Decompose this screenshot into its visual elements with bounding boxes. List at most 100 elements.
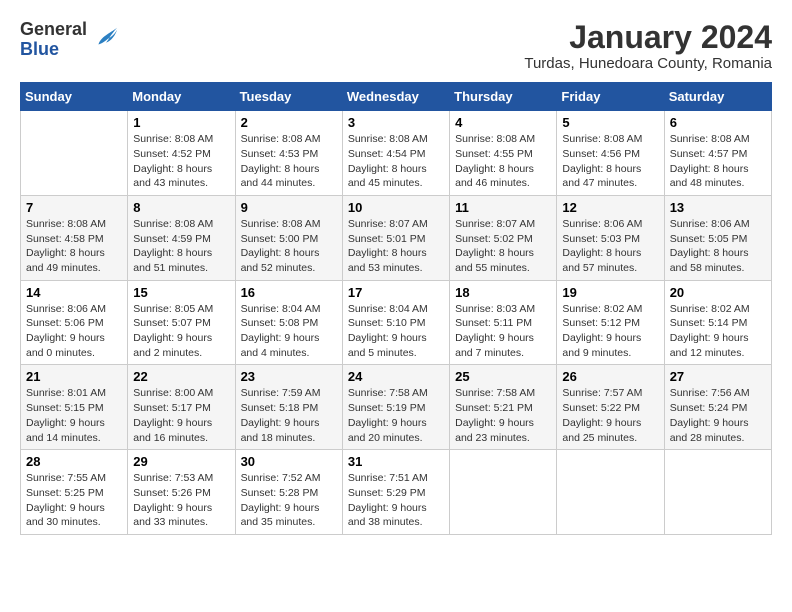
logo-blue: Blue xyxy=(20,40,87,60)
logo-general: General xyxy=(20,20,87,40)
day-info: Sunrise: 8:08 AMSunset: 4:53 PMDaylight:… xyxy=(241,132,337,191)
page-header: General Blue January 2024 Turdas, Hunedo… xyxy=(20,20,772,72)
calendar-cell: 14 Sunrise: 8:06 AMSunset: 5:06 PMDayligh… xyxy=(21,280,128,365)
day-info: Sunrise: 7:52 AMSunset: 5:28 PMDaylight:… xyxy=(241,471,337,530)
day-info: Sunrise: 8:08 AMSunset: 4:55 PMDaylight:… xyxy=(455,132,551,191)
day-info: Sunrise: 7:58 AMSunset: 5:21 PMDaylight:… xyxy=(455,386,551,445)
day-number: 22 xyxy=(133,369,229,384)
calendar-cell: 26Sunrise: 7:57 AMSunset: 5:22 PMDayligh… xyxy=(557,365,664,450)
day-number: 24 xyxy=(348,369,444,384)
calendar-cell: 22 Sunrise: 8:00 AMSunset: 5:17 PMDayligh… xyxy=(128,365,235,450)
day-number: 12 xyxy=(562,200,658,215)
header-day-tuesday: Tuesday xyxy=(235,83,342,111)
calendar-cell: 17Sunrise: 8:04 AMSunset: 5:10 PMDayligh… xyxy=(342,280,449,365)
day-info: Sunrise: 8:06 AMSunset: 5:05 PMDaylight:… xyxy=(670,217,766,276)
calendar-week-4: 28 Sunrise: 7:55 AMSunset: 5:25 PMDayligh… xyxy=(21,450,772,535)
calendar-cell: 3 Sunrise: 8:08 AMSunset: 4:54 PMDaylight… xyxy=(342,111,449,196)
calendar-cell: 29 Sunrise: 7:53 AMSunset: 5:26 PMDayligh… xyxy=(128,450,235,535)
day-info: Sunrise: 8:05 AMSunset: 5:07 PMDaylight:… xyxy=(133,302,229,361)
day-number: 5 xyxy=(562,115,658,130)
day-info: Sunrise: 8:07 AMSunset: 5:01 PMDaylight:… xyxy=(348,217,444,276)
day-info: Sunrise: 7:56 AMSunset: 5:24 PMDaylight:… xyxy=(670,386,766,445)
day-number: 14 xyxy=(26,285,122,300)
day-info: Sunrise: 8:08 AMSunset: 4:58 PMDaylight:… xyxy=(26,217,122,276)
calendar-week-0: 1Sunrise: 8:08 AMSunset: 4:52 PMDaylight… xyxy=(21,111,772,196)
calendar-cell: 10 Sunrise: 8:07 AMSunset: 5:01 PMDayligh… xyxy=(342,195,449,280)
day-number: 6 xyxy=(670,115,766,130)
calendar-cell: 11 Sunrise: 8:07 AMSunset: 5:02 PMDayligh… xyxy=(450,195,557,280)
day-info: Sunrise: 7:57 AMSunset: 5:22 PMDaylight:… xyxy=(562,386,658,445)
header-day-sunday: Sunday xyxy=(21,83,128,111)
calendar-cell: 16Sunrise: 8:04 AMSunset: 5:08 PMDayligh… xyxy=(235,280,342,365)
header-day-wednesday: Wednesday xyxy=(342,83,449,111)
calendar-cell xyxy=(450,450,557,535)
header-day-thursday: Thursday xyxy=(450,83,557,111)
calendar-cell: 21Sunrise: 8:01 AMSunset: 5:15 PMDayligh… xyxy=(21,365,128,450)
calendar-week-2: 14 Sunrise: 8:06 AMSunset: 5:06 PMDayligh… xyxy=(21,280,772,365)
day-info: Sunrise: 8:08 AMSunset: 4:54 PMDaylight:… xyxy=(348,132,444,191)
day-number: 7 xyxy=(26,200,122,215)
day-info: Sunrise: 7:55 AMSunset: 5:25 PMDaylight:… xyxy=(26,471,122,530)
day-info: Sunrise: 8:02 AMSunset: 5:12 PMDaylight:… xyxy=(562,302,658,361)
header-row: SundayMondayTuesdayWednesdayThursdayFrid… xyxy=(21,83,772,111)
calendar-cell: 25Sunrise: 7:58 AMSunset: 5:21 PMDayligh… xyxy=(450,365,557,450)
day-info: Sunrise: 7:51 AMSunset: 5:29 PMDaylight:… xyxy=(348,471,444,530)
day-number: 23 xyxy=(241,369,337,384)
header-day-monday: Monday xyxy=(128,83,235,111)
day-number: 10 xyxy=(348,200,444,215)
day-number: 29 xyxy=(133,454,229,469)
calendar-cell: 20Sunrise: 8:02 AMSunset: 5:14 PMDayligh… xyxy=(664,280,771,365)
day-number: 1 xyxy=(133,115,229,130)
calendar-cell: 7 Sunrise: 8:08 AMSunset: 4:58 PMDaylight… xyxy=(21,195,128,280)
day-number: 4 xyxy=(455,115,551,130)
day-info: Sunrise: 7:58 AMSunset: 5:19 PMDaylight:… xyxy=(348,386,444,445)
day-info: Sunrise: 8:01 AMSunset: 5:15 PMDaylight:… xyxy=(26,386,122,445)
day-number: 11 xyxy=(455,200,551,215)
day-info: Sunrise: 8:07 AMSunset: 5:02 PMDaylight:… xyxy=(455,217,551,276)
day-info: Sunrise: 7:53 AMSunset: 5:26 PMDaylight:… xyxy=(133,471,229,530)
day-number: 28 xyxy=(26,454,122,469)
page-title: January 2024 xyxy=(524,20,772,55)
calendar-cell: 13 Sunrise: 8:06 AMSunset: 5:05 PMDayligh… xyxy=(664,195,771,280)
day-number: 31 xyxy=(348,454,444,469)
day-number: 2 xyxy=(241,115,337,130)
day-info: Sunrise: 8:08 AMSunset: 4:59 PMDaylight:… xyxy=(133,217,229,276)
day-number: 15 xyxy=(133,285,229,300)
logo: General Blue xyxy=(20,20,119,60)
calendar-cell: 1Sunrise: 8:08 AMSunset: 4:52 PMDaylight… xyxy=(128,111,235,196)
day-info: Sunrise: 8:06 AMSunset: 5:03 PMDaylight:… xyxy=(562,217,658,276)
calendar-cell xyxy=(21,111,128,196)
day-number: 8 xyxy=(133,200,229,215)
day-number: 17 xyxy=(348,285,444,300)
calendar-cell: 8 Sunrise: 8:08 AMSunset: 4:59 PMDaylight… xyxy=(128,195,235,280)
day-number: 13 xyxy=(670,200,766,215)
calendar-cell: 5Sunrise: 8:08 AMSunset: 4:56 PMDaylight… xyxy=(557,111,664,196)
calendar-header: SundayMondayTuesdayWednesdayThursdayFrid… xyxy=(21,83,772,111)
calendar-week-3: 21Sunrise: 8:01 AMSunset: 5:15 PMDayligh… xyxy=(21,365,772,450)
calendar-cell: 15 Sunrise: 8:05 AMSunset: 5:07 PMDayligh… xyxy=(128,280,235,365)
day-number: 16 xyxy=(241,285,337,300)
header-day-friday: Friday xyxy=(557,83,664,111)
calendar-week-1: 7 Sunrise: 8:08 AMSunset: 4:58 PMDaylight… xyxy=(21,195,772,280)
title-area: January 2024 Turdas, Hunedoara County, R… xyxy=(524,20,772,72)
calendar-cell: 2 Sunrise: 8:08 AMSunset: 4:53 PMDaylight… xyxy=(235,111,342,196)
calendar-cell: 18Sunrise: 8:03 AMSunset: 5:11 PMDayligh… xyxy=(450,280,557,365)
day-info: Sunrise: 8:03 AMSunset: 5:11 PMDaylight:… xyxy=(455,302,551,361)
calendar-body: 1Sunrise: 8:08 AMSunset: 4:52 PMDaylight… xyxy=(21,111,772,535)
day-number: 20 xyxy=(670,285,766,300)
calendar-cell: 9 Sunrise: 8:08 AMSunset: 5:00 PMDaylight… xyxy=(235,195,342,280)
day-info: Sunrise: 8:06 AMSunset: 5:06 PMDaylight:… xyxy=(26,302,122,361)
calendar-cell: 27Sunrise: 7:56 AMSunset: 5:24 PMDayligh… xyxy=(664,365,771,450)
day-number: 30 xyxy=(241,454,337,469)
day-info: Sunrise: 8:08 AMSunset: 4:57 PMDaylight:… xyxy=(670,132,766,191)
day-number: 9 xyxy=(241,200,337,215)
header-day-saturday: Saturday xyxy=(664,83,771,111)
day-info: Sunrise: 8:00 AMSunset: 5:17 PMDaylight:… xyxy=(133,386,229,445)
calendar-cell: 12 Sunrise: 8:06 AMSunset: 5:03 PMDayligh… xyxy=(557,195,664,280)
day-number: 3 xyxy=(348,115,444,130)
calendar-table: SundayMondayTuesdayWednesdayThursdayFrid… xyxy=(20,82,772,535)
calendar-cell: 30 Sunrise: 7:52 AMSunset: 5:28 PMDayligh… xyxy=(235,450,342,535)
calendar-cell: 19Sunrise: 8:02 AMSunset: 5:12 PMDayligh… xyxy=(557,280,664,365)
day-info: Sunrise: 8:08 AMSunset: 5:00 PMDaylight:… xyxy=(241,217,337,276)
logo-bird-icon xyxy=(91,24,119,52)
